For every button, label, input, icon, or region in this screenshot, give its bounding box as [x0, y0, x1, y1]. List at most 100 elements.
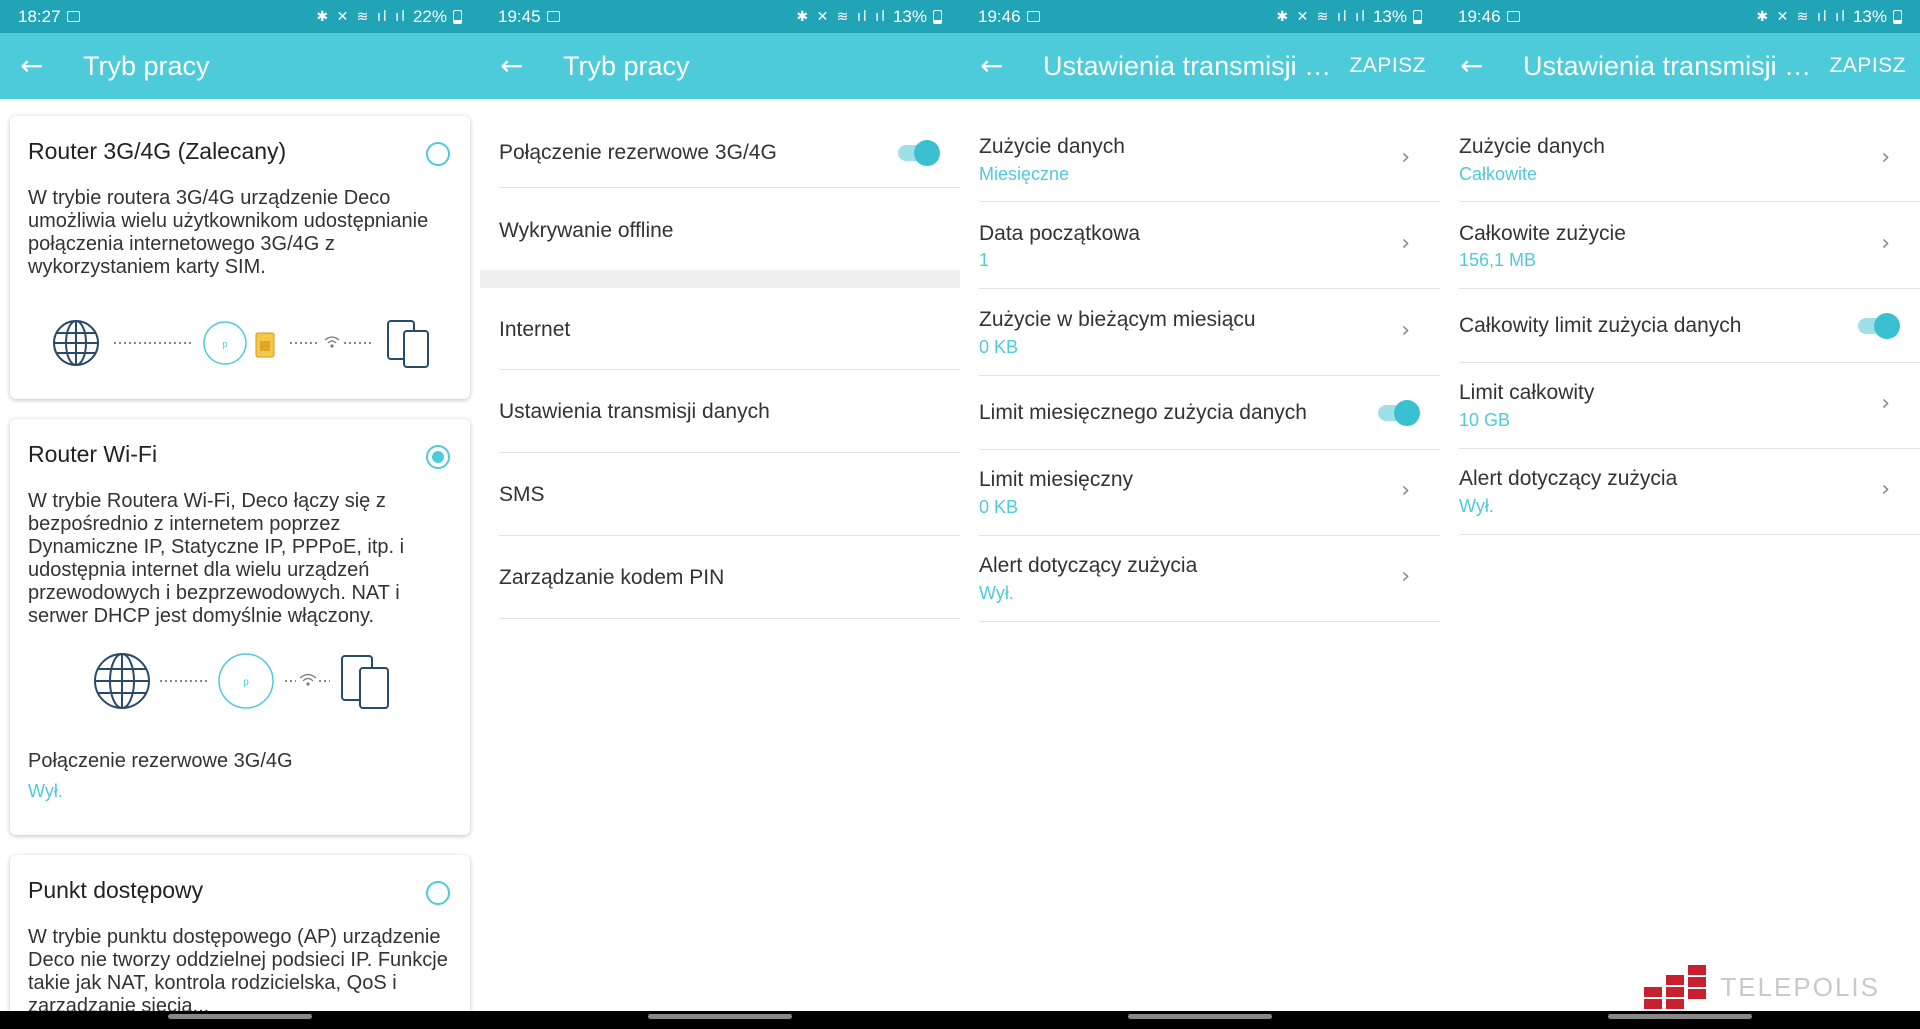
wifi-icon	[299, 673, 317, 686]
backup-connection-toggle[interactable]	[898, 140, 940, 166]
row-monthly-limit-toggle[interactable]: Limit miesięcznego zużycia danych	[979, 376, 1440, 450]
row-label: Limit całkowity	[1459, 381, 1595, 404]
row-start-date[interactable]: Data początkowa 1 ›	[979, 202, 1440, 289]
status-icons: ✱ ✕ ≋ ıl ıl	[316, 8, 407, 25]
page-title: Tryb pracy	[83, 50, 210, 81]
row-label: Zużycie danych	[1459, 135, 1605, 158]
row-label: Całkowity limit zużycia danych	[1459, 314, 1742, 337]
page-title: Ustawienia transmisji danych	[1523, 50, 1813, 81]
backup-connection-value: Wył.	[28, 781, 63, 801]
diagram-3g4g: p	[28, 293, 452, 393]
row-label: Alert dotyczący zużycia	[1459, 467, 1678, 490]
row-total-limit-toggle[interactable]: Całkowity limit zużycia danych	[1459, 289, 1920, 363]
page-title: Ustawienia transmisji danych	[1043, 50, 1333, 81]
page-title: Tryb pracy	[563, 50, 690, 81]
row-monthly-limit[interactable]: Limit miesięczny 0 KB ›	[979, 450, 1440, 536]
row-label: Całkowite zużycie	[1459, 222, 1626, 245]
back-arrow-icon[interactable]: ←	[20, 52, 64, 80]
radio-access-point[interactable]	[426, 881, 450, 905]
row-current-month-usage[interactable]: Zużycie w bieżącym miesiącu 0 KB ›	[979, 289, 1440, 376]
mode-card-router-wifi[interactable]: Router Wi-Fi W trybie Routera Wi-Fi, Dec…	[10, 419, 470, 835]
battery-icon	[1413, 9, 1422, 24]
telepolis-logo-icon	[1644, 965, 1707, 1009]
mode-card-access-point[interactable]: Punkt dostępowy W trybie punktu dostępow…	[10, 855, 470, 1029]
wifi-icon	[324, 336, 340, 348]
row-label: Zużycie danych	[979, 135, 1125, 158]
chevron-right-icon: ›	[1401, 478, 1410, 503]
row-usage-alert[interactable]: Alert dotyczący zużycia Wył. ›	[979, 536, 1440, 622]
row-value: 1	[979, 250, 990, 270]
row-total-limit[interactable]: Limit całkowity 10 GB ›	[1459, 363, 1920, 449]
back-arrow-icon[interactable]: ←	[500, 52, 544, 80]
battery-icon	[453, 9, 462, 24]
row-data-usage[interactable]: Zużycie danych Miesięczne ›	[979, 100, 1440, 202]
app-bar: ← Ustawienia transmisji danych ZAPISZ	[960, 33, 1440, 99]
battery-icon	[1893, 9, 1902, 24]
status-bar: 18:27 ✱ ✕ ≋ ıl ıl 22%	[0, 0, 480, 33]
save-button[interactable]: ZAPISZ	[1829, 54, 1906, 78]
row-label: Data początkowa	[979, 222, 1141, 245]
gallery-notification-icon	[1026, 11, 1040, 22]
row-usage-alert[interactable]: Alert dotyczący zużycia Wył. ›	[1459, 449, 1920, 535]
chevron-right-icon: ›	[1401, 231, 1410, 256]
home-gesture-handle[interactable]	[168, 1014, 312, 1019]
row-pin-management[interactable]: Zarządzanie kodem PIN	[499, 536, 960, 619]
row-value: 156,1 MB	[1459, 250, 1537, 270]
backup-connection-label: Połączenie rezerwowe 3G/4G	[28, 750, 293, 772]
back-arrow-icon[interactable]: ←	[1460, 52, 1504, 80]
mode-card-router-3g4g[interactable]: Router 3G/4G (Zalecany) W trybie routera…	[10, 116, 470, 399]
battery-icon	[933, 9, 942, 24]
row-data-transfer-settings[interactable]: Ustawienia transmisji danych	[499, 370, 960, 453]
system-nav-bar	[0, 1011, 480, 1029]
status-time: 18:27	[18, 6, 61, 26]
network-diagram: p	[94, 653, 389, 709]
home-gesture-handle[interactable]	[648, 1014, 792, 1019]
globe-icon	[94, 653, 150, 709]
monthly-limit-toggle[interactable]	[1378, 400, 1420, 426]
svg-text:p: p	[243, 677, 249, 688]
row-value: Całkowite	[1459, 164, 1538, 184]
row-label: Połączenie rezerwowe 3G/4G	[499, 141, 777, 164]
chevron-right-icon: ›	[1881, 391, 1890, 416]
system-nav-bar	[1440, 1011, 1920, 1029]
row-value: Wył.	[979, 583, 1014, 603]
radio-router-3g4g[interactable]	[426, 142, 450, 166]
row-value: 10 GB	[1459, 410, 1511, 430]
battery-percent: 13%	[1852, 6, 1887, 26]
row-total-usage[interactable]: Całkowite zużycie 156,1 MB ›	[1459, 202, 1920, 289]
home-gesture-handle[interactable]	[1128, 1014, 1272, 1019]
panel-data-settings-total: 19:46 ✱ ✕ ≋ ıl ıl 13% ← Ustawienia transm…	[1440, 0, 1920, 1029]
gallery-notification-icon	[546, 11, 560, 22]
save-button[interactable]: ZAPISZ	[1349, 54, 1426, 78]
devices-icon	[341, 655, 389, 709]
chevron-right-icon: ›	[1881, 145, 1890, 170]
row-offline-detection[interactable]: Wykrywanie offline	[499, 188, 960, 271]
status-icons: ✱ ✕ ≋ ıl ıl	[796, 8, 887, 25]
row-label: SMS	[499, 483, 545, 506]
row-label: Zużycie w bieżącym miesiącu	[979, 308, 1256, 331]
total-limit-toggle[interactable]	[1858, 313, 1900, 339]
telepolis-watermark: TELEPOLIS	[1644, 965, 1880, 1009]
network-diagram: p	[53, 320, 429, 368]
globe-icon	[53, 320, 99, 366]
deco-unit-icon: p	[218, 653, 274, 709]
home-gesture-handle[interactable]	[1608, 1014, 1752, 1019]
chevron-right-icon: ›	[1881, 231, 1890, 256]
row-value: 0 KB	[979, 337, 1019, 357]
card-title: Router 3G/4G (Zalecany)	[28, 138, 287, 164]
card-description: W trybie punktu dostępowego (AP) urządze…	[28, 926, 448, 1017]
battery-percent: 13%	[1372, 6, 1407, 26]
panel-data-settings-monthly: 19:46 ✱ ✕ ≋ ıl ıl 13% ← Ustawienia transm…	[960, 0, 1440, 1029]
app-bar: ← Tryb pracy	[480, 33, 960, 99]
card-description: W trybie Routera Wi-Fi, Deco łączy się z…	[28, 490, 405, 627]
radio-router-wifi[interactable]	[426, 445, 450, 469]
status-bar: 19:46 ✱ ✕ ≋ ıl ıl 13%	[1440, 0, 1920, 33]
back-arrow-icon[interactable]: ←	[980, 52, 1024, 80]
row-backup-connection[interactable]: Połączenie rezerwowe 3G/4G	[499, 100, 960, 188]
row-internet[interactable]: Internet	[499, 288, 960, 370]
row-value: 0 KB	[979, 497, 1019, 517]
row-sms[interactable]: SMS	[499, 453, 960, 536]
row-data-usage[interactable]: Zużycie danych Całkowite ›	[1459, 100, 1920, 202]
deco-unit-icon: p	[203, 321, 247, 365]
row-label: Ustawienia transmisji danych	[499, 400, 770, 423]
